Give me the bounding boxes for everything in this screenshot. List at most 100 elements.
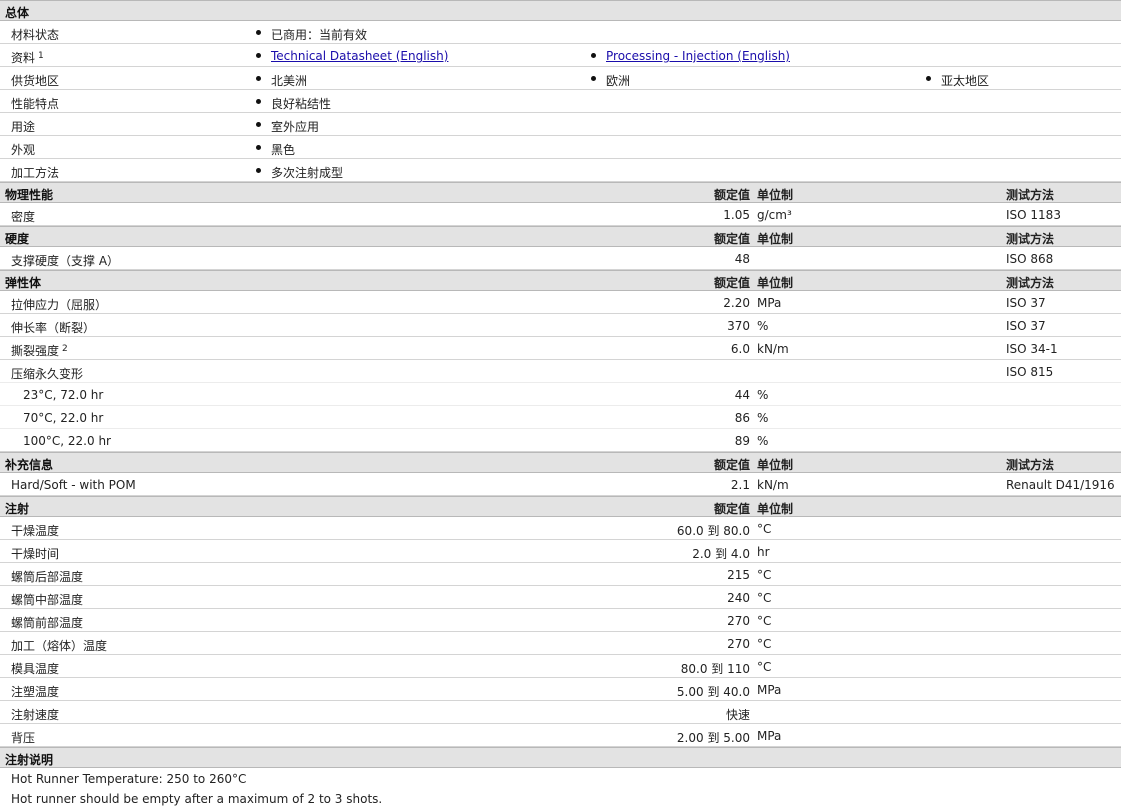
section-header-injection: 注射 额定值 单位制 xyxy=(0,496,1121,517)
property-unit: °C xyxy=(757,522,772,536)
property-unit: % xyxy=(757,319,769,333)
bullet-icon xyxy=(591,76,596,81)
row-value: 黑色 xyxy=(271,143,296,157)
column-unit: 单位制 xyxy=(757,458,794,472)
property-row: 干燥时间 2.0 到 4.0 hr xyxy=(0,540,1121,563)
row-uses: 用途 室外应用 xyxy=(0,113,1121,136)
row-label: 资料 1 xyxy=(11,49,44,66)
property-label: 干燥时间 xyxy=(11,547,60,561)
property-value: 270 xyxy=(727,637,750,651)
property-value: 240 xyxy=(727,591,750,605)
property-label: 压缩永久变形 xyxy=(11,367,84,381)
property-test-method: ISO 37 xyxy=(1006,319,1046,333)
property-unit: MPa xyxy=(757,296,782,310)
property-test-method: ISO 815 xyxy=(1006,365,1054,379)
column-nominal-value: 额定值 xyxy=(713,232,750,246)
bullet-icon xyxy=(256,76,261,81)
row-label: 加工方法 xyxy=(11,166,60,180)
property-unit: % xyxy=(757,434,769,448)
property-test-method: ISO 868 xyxy=(1006,252,1054,266)
column-test-method: 测试方法 xyxy=(1006,188,1055,202)
property-test-method: ISO 37 xyxy=(1006,296,1046,310)
processing-injection-link[interactable]: Processing - Injection (English) xyxy=(606,49,790,63)
property-value: 6.0 xyxy=(730,342,750,356)
sub-property-row: 23°C, 72.0 hr 44 % xyxy=(0,383,1121,406)
bullet-icon xyxy=(926,76,931,81)
property-unit: MPa xyxy=(757,729,782,743)
section-title: 弹性体 xyxy=(5,276,42,290)
property-unit: kN/m xyxy=(757,342,789,356)
condition-label: 23°C, 72.0 hr xyxy=(23,388,104,402)
bullet-icon xyxy=(256,53,261,58)
property-value: 2.20 xyxy=(723,296,750,310)
datasheet: 总体 材料状态 已商用：当前有效 资料 1 Technical Datasheet… xyxy=(0,0,1121,808)
section-title: 物理性能 xyxy=(5,188,54,202)
property-test-method: ISO 1183 xyxy=(1006,208,1061,222)
property-unit: °C xyxy=(757,591,772,605)
row-features: 性能特点 良好粘结性 xyxy=(0,90,1121,113)
row-literature: 资料 1 Technical Datasheet (English) Proces… xyxy=(0,44,1121,67)
property-value: 2.1 xyxy=(730,478,750,492)
row-label: 外观 xyxy=(11,143,36,157)
bullet-icon xyxy=(591,53,596,58)
property-label: 伸长率（断裂） xyxy=(11,321,96,335)
section-title: 注射说明 xyxy=(5,753,54,767)
property-value: 215 xyxy=(727,568,750,582)
property-row: 拉伸应力（屈服） 2.20 MPa ISO 37 xyxy=(0,291,1121,314)
property-row: 注射速度 快速 xyxy=(0,701,1121,724)
property-unit: hr xyxy=(757,545,770,559)
property-row: 撕裂强度 2 6.0 kN/m ISO 34-1 xyxy=(0,337,1121,360)
note-text: Hot Runner Temperature: 250 to 260°C xyxy=(11,772,247,786)
property-unit: kN/m xyxy=(757,478,789,492)
property-value: 86 xyxy=(734,411,750,425)
property-test-method: Renault D41/1916 xyxy=(1006,478,1115,492)
property-row: 支撑硬度（支撑 A） 48 ISO 868 xyxy=(0,247,1121,270)
property-unit: °C xyxy=(757,568,772,582)
property-unit: g/cm³ xyxy=(757,208,792,222)
property-value: 2.0 到 4.0 xyxy=(692,547,750,561)
region-asia-pacific: 亚太地区 xyxy=(941,74,990,88)
column-unit: 单位制 xyxy=(757,276,794,290)
property-value: 2.00 到 5.00 xyxy=(676,731,750,745)
bullet-icon xyxy=(256,30,261,35)
row-processing-method: 加工方法 多次注射成型 xyxy=(0,159,1121,182)
sub-property-row: 70°C, 22.0 hr 86 % xyxy=(0,406,1121,429)
property-row: 伸长率（断裂） 370 % ISO 37 xyxy=(0,314,1121,337)
property-unit: % xyxy=(757,388,769,402)
sub-property-row: 100°C, 22.0 hr 89 % xyxy=(0,429,1121,452)
property-value: 270 xyxy=(727,614,750,628)
property-value: 1.05 xyxy=(723,208,750,222)
condition-label: 70°C, 22.0 hr xyxy=(23,411,104,425)
property-row: 螺筒后部温度 215 °C xyxy=(0,563,1121,586)
link-wrapper: Processing - Injection (English) xyxy=(606,49,790,63)
column-test-method: 测试方法 xyxy=(1006,458,1055,472)
row-value: 室外应用 xyxy=(271,120,320,134)
property-label-text: 撕裂强度 xyxy=(11,344,60,358)
property-value: 快速 xyxy=(725,708,750,722)
property-label: 加工（熔体）温度 xyxy=(11,639,108,653)
section-header-supplemental: 补充信息 额定值 单位制 测试方法 xyxy=(0,452,1121,473)
property-row: 密度 1.05 g/cm³ ISO 1183 xyxy=(0,203,1121,226)
property-row: 压缩永久变形 ISO 815 xyxy=(0,360,1121,383)
row-appearance: 外观 黑色 xyxy=(0,136,1121,159)
region-europe: 欧洲 xyxy=(606,74,631,88)
condition-label: 100°C, 22.0 hr xyxy=(23,434,111,448)
row-availability: 供货地区 北美洲 欧洲 亚太地区 xyxy=(0,67,1121,90)
column-test-method: 测试方法 xyxy=(1006,276,1055,290)
section-header-elastomer: 弹性体 额定值 单位制 测试方法 xyxy=(0,270,1121,291)
section-title: 注射 xyxy=(5,502,30,516)
column-nominal-value: 额定值 xyxy=(713,458,750,472)
column-test-method: 测试方法 xyxy=(1006,232,1055,246)
section-header-general: 总体 xyxy=(0,0,1121,21)
bullet-icon xyxy=(256,168,261,173)
technical-datasheet-link[interactable]: Technical Datasheet (English) xyxy=(271,49,448,63)
note-line: Hot runner should be empty after a maxim… xyxy=(0,788,1121,808)
note-text: Hot runner should be empty after a maxim… xyxy=(11,792,383,806)
property-label: 螺筒前部温度 xyxy=(11,616,84,630)
row-label: 材料状态 xyxy=(11,28,60,42)
property-value: 89 xyxy=(734,434,750,448)
property-unit: °C xyxy=(757,637,772,651)
bullet-icon xyxy=(256,122,261,127)
property-row: 注塑温度 5.00 到 40.0 MPa xyxy=(0,678,1121,701)
row-value: 多次注射成型 xyxy=(271,166,344,180)
